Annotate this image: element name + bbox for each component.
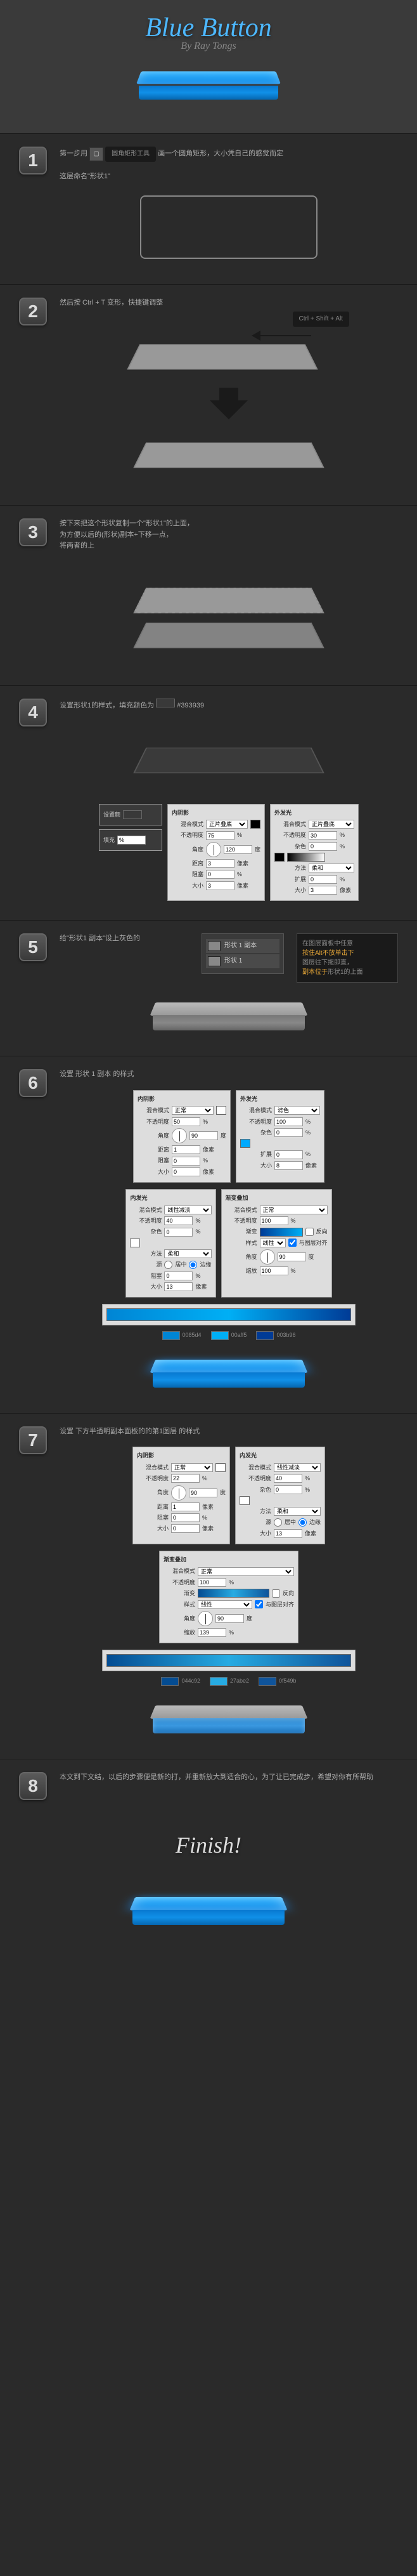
subtitle: By Ray Tongs <box>181 41 236 52</box>
trapezoid-shape <box>127 344 318 369</box>
tech-select[interactable]: 柔和 <box>309 864 354 872</box>
opacity-input[interactable] <box>206 831 234 840</box>
inner-glow-panel: 内发光 混合模式线性减淡 不透明度% 杂色% 方法柔和 源居中边缘 阻塞% 大小… <box>125 1189 215 1298</box>
step-desc: 设置 形状 1 副本 的样式 <box>60 1069 398 1081</box>
step-7: 7 设置 下方半透明副本面板的的第1图层 的样式 内阴影 混合模式正常 不透明度… <box>0 1413 417 1759</box>
swatch: 044c92 <box>161 1676 200 1685</box>
inner-shadow-panel: 内阴影 混合模式正片叠底 不透明度% 角度度 距离像素 阻塞% 大小像素 <box>167 804 265 902</box>
size-input[interactable] <box>309 886 337 895</box>
angle-input[interactable] <box>224 845 252 854</box>
outer-glow-panel: 外发光 混合模式正片叠底 不透明度% 杂色% 方法柔和 扩展% 大小像素 <box>270 804 359 902</box>
blend-select[interactable]: 正片叠底 <box>309 820 354 829</box>
gray-blue-button <box>153 1699 305 1733</box>
layers-panel: 形状 1 副本 形状 1 <box>202 933 284 974</box>
gradient-editor <box>102 1304 356 1325</box>
swatch: 0f549b <box>259 1676 297 1685</box>
step-number: 1 <box>19 147 47 174</box>
trapezoid-bottom <box>133 622 324 648</box>
step-desc: 设置形状1的样式，填充颜色为 #393939 <box>60 699 398 712</box>
arrow-icon <box>252 331 311 341</box>
step-desc: 设置 下方半透明副本面板的的第1图层 的样式 <box>60 1426 398 1438</box>
fill-input[interactable] <box>117 836 146 844</box>
step-2: 2 然后按 Ctrl + T 变形，快捷键调整 Ctrl + Shift + A… <box>0 284 417 506</box>
blue-button <box>153 1353 305 1388</box>
dist-input[interactable] <box>206 859 234 868</box>
swatch: 0085d4 <box>162 1331 202 1339</box>
rect-shape <box>140 195 318 259</box>
blend-select[interactable]: 正片叠底 <box>206 820 248 829</box>
step-desc: 本文到下文结，以后的步骤便是新的打，并重新放大到适合的心，为了让已完成步，希望对… <box>60 1772 398 1784</box>
step-5: 5 给"形状1 副本"设上灰色的 形状 1 副本 形状 1 在图层面板中任意 按… <box>0 920 417 1056</box>
inner-shadow-panel: 内阴影 混合模式正常 不透明度% 角度度 距离像素 阻塞% 大小像素 <box>133 1090 231 1183</box>
gradient-bar[interactable] <box>106 1308 351 1321</box>
inner-shadow-panel: 内阴影 混合模式正常 不透明度% 角度度 距离像素 阻塞% 大小像素 <box>132 1447 230 1544</box>
step-desc: 按下来把这个形状复制一个"形状1"的上面， 为方便以后的(形状)副本+下移一点，… <box>60 518 398 552</box>
inner-glow-panel: 内发光 混合模式线性减淡 不透明度% 杂色% 方法柔和 源居中边缘 大小像素 <box>235 1447 325 1544</box>
step-number: 4 <box>19 699 47 726</box>
trapezoid-result <box>133 442 324 468</box>
step-1: 1 第一步用 ▢ 圆角矩形工具 画一个圆角矩形，大小凭自己的感觉而定 这层命名"… <box>0 133 417 284</box>
swatch: 27abe2 <box>210 1676 249 1685</box>
tooltip: 在图层面板中任意 按住Alt不放单击下 图层往下拖即直， 副本位于形状1的上面 <box>297 933 398 983</box>
step-8: 8 本文到下文结，以后的步骤便是新的打，并重新放大到适合的心，为了让已完成步，希… <box>0 1759 417 1813</box>
trapezoid-top <box>133 588 324 613</box>
step-number: 7 <box>19 1426 47 1454</box>
gradient-overlay-panel: 渐变叠加 混合模式正常 不透明度% 渐变反向 样式线性与图层对齐 角度度 缩放% <box>159 1551 298 1643</box>
gradient-editor <box>102 1650 356 1671</box>
size-input[interactable] <box>206 881 234 890</box>
final-button <box>132 1890 285 1925</box>
fill-panel: 填充 <box>99 829 162 851</box>
step-number: 5 <box>19 933 47 961</box>
gray-button <box>153 996 305 1030</box>
tool-icon: ▢ <box>89 147 103 161</box>
step-desc: 给"形状1 副本"设上灰色的 <box>60 933 189 945</box>
step-desc: 然后按 Ctrl + T 变形，快捷键调整 <box>60 298 398 309</box>
shortcut-hint: Ctrl + Shift + Alt <box>293 312 349 327</box>
header: Blue Button By Ray Tongs <box>0 0 417 133</box>
spread-input[interactable] <box>309 875 337 884</box>
layer-row[interactable]: 形状 1 副本 <box>206 939 279 953</box>
main-title: Blue Button <box>145 13 271 43</box>
swatch: 003b96 <box>256 1331 295 1339</box>
step-number: 3 <box>19 518 47 546</box>
swatch: 00aff5 <box>211 1331 247 1339</box>
down-arrow-icon <box>210 400 248 419</box>
color-panel: 设置颜 <box>99 804 162 825</box>
step-3: 3 按下来把这个形状复制一个"形状1"的上面， 为方便以后的(形状)副本+下移一… <box>0 505 417 685</box>
step-desc: 第一步用 ▢ 圆角矩形工具 画一个圆角矩形，大小凭自己的感觉而定 <box>60 147 398 162</box>
gradient-overlay-panel: 渐变叠加 混合模式正常 不透明度% 渐变反向 样式线性与图层对齐 角度度 缩放% <box>221 1189 332 1298</box>
step-number: 8 <box>19 1772 47 1800</box>
opacity-input[interactable] <box>309 831 337 840</box>
step-4: 4 设置形状1的样式，填充颜色为 #393939 设置颜 填充 内阴影 混合模式… <box>0 685 417 920</box>
step-6: 6 设置 形状 1 副本 的样式 内阴影 混合模式正常 不透明度% 角度度 距离… <box>0 1056 417 1412</box>
step-number: 2 <box>19 298 47 325</box>
finish-text: Finish! <box>0 1813 417 1877</box>
dark-trap <box>133 747 324 773</box>
layer-row[interactable]: 形状 1 <box>206 954 279 968</box>
outer-glow-panel: 外发光 混合模式滤色 不透明度% 杂色% 扩展% 大小像素 <box>236 1090 324 1183</box>
step-number: 6 <box>19 1069 47 1097</box>
hero-button <box>139 65 278 100</box>
step-note: 这层命名"形状1" <box>60 171 398 183</box>
gradient-bar[interactable] <box>106 1654 351 1667</box>
noise-input[interactable] <box>309 842 337 851</box>
choke-input[interactable] <box>206 870 234 879</box>
